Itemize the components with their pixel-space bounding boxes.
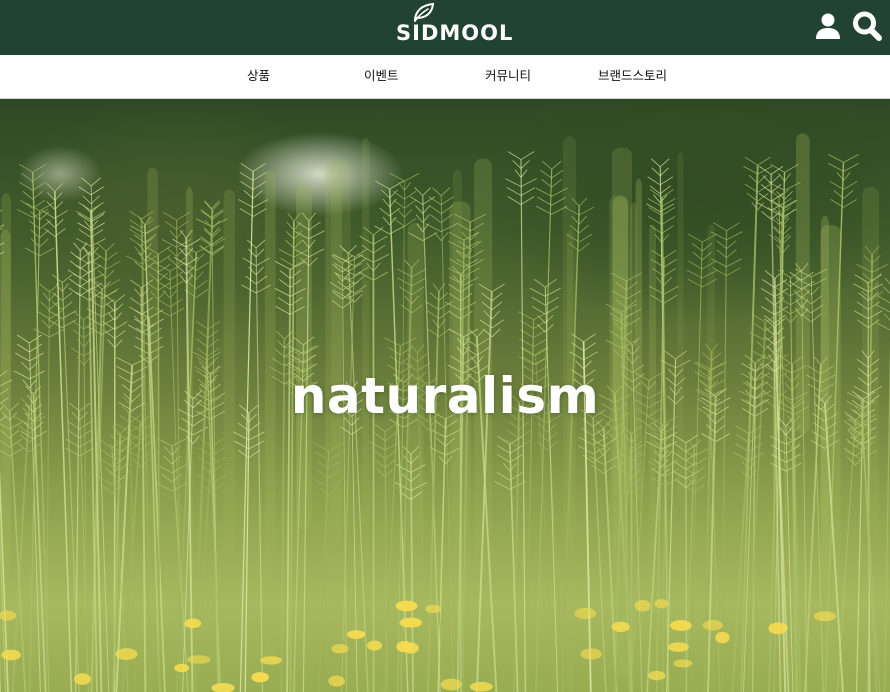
hero-banner: naturalism	[0, 99, 890, 692]
nav-item-community[interactable]: 커뮤니티	[485, 55, 531, 98]
top-header: SIDMOOL	[0, 0, 890, 55]
nav-item-products[interactable]: 상품	[247, 55, 270, 98]
search-icon[interactable]	[852, 10, 882, 42]
nav-item-brand-story[interactable]: 브랜드스토리	[598, 55, 667, 98]
nav-item-events[interactable]: 이벤트	[364, 55, 399, 98]
brand-logo[interactable]: SIDMOOL	[392, 2, 512, 48]
brand-name: SIDMOOL	[396, 21, 514, 45]
user-icon[interactable]	[815, 12, 841, 42]
hero-headline: naturalism	[290, 367, 600, 425]
main-navigation: 상품 이벤트 커뮤니티 브랜드스토리	[0, 55, 890, 99]
